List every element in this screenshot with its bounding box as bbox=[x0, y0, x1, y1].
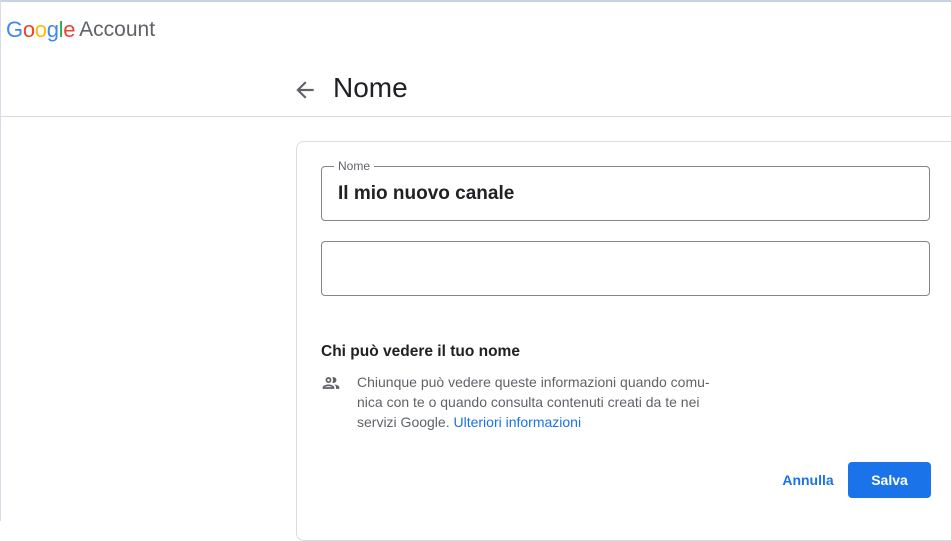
visibility-description: Chiunque può vedere queste informazioni … bbox=[357, 372, 729, 432]
last-name-field[interactable] bbox=[321, 241, 930, 296]
learn-more-link[interactable]: Ulteriori informazioni bbox=[453, 414, 581, 430]
google-wordmark: Google bbox=[6, 17, 75, 43]
last-name-input[interactable] bbox=[338, 250, 908, 288]
visibility-text-line: nica con te o quando consulta contenuti … bbox=[357, 394, 700, 410]
save-button[interactable]: Salva bbox=[848, 462, 931, 498]
back-button[interactable] bbox=[292, 77, 318, 103]
logo-letter: o bbox=[34, 17, 47, 42]
window-top-border bbox=[0, 0, 951, 2]
visibility-title: Chi può vedere il tuo nome bbox=[321, 343, 520, 360]
first-name-field[interactable]: Nome bbox=[321, 159, 930, 221]
arrow-back-icon bbox=[296, 81, 314, 99]
logo-letter: e bbox=[63, 17, 76, 42]
google-account-logo[interactable]: Google Account bbox=[6, 16, 155, 44]
cancel-button[interactable]: Annulla bbox=[776, 462, 840, 498]
first-name-input[interactable] bbox=[338, 175, 908, 213]
first-name-label: Nome bbox=[334, 159, 375, 173]
logo-letter: g bbox=[46, 17, 59, 42]
page-title: Nome bbox=[333, 72, 408, 103]
logo-letter: o bbox=[22, 17, 35, 42]
people-icon bbox=[322, 377, 340, 389]
header-divider bbox=[0, 116, 951, 117]
window-left-border bbox=[0, 0, 1, 521]
visibility-text-line: servizi Google. bbox=[357, 414, 450, 430]
visibility-text-line: Chiunque può vedere queste informazioni … bbox=[357, 374, 710, 390]
logo-letter: G bbox=[6, 17, 23, 42]
product-name: Account bbox=[79, 18, 156, 41]
